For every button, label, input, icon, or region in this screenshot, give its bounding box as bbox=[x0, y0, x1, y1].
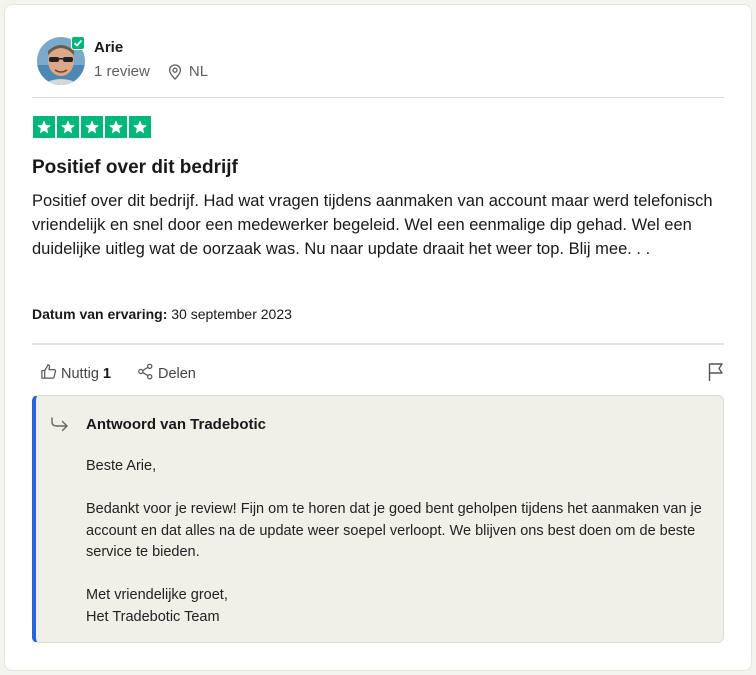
company-reply: Antwoord van Tradebotic Beste Arie, Beda… bbox=[32, 395, 724, 643]
reply-paragraph: Bedankt voor je review! Fijn om te horen… bbox=[86, 501, 702, 560]
thumbs-up-icon bbox=[40, 363, 57, 384]
review-actions: Nuttig 1 Delen bbox=[40, 363, 222, 384]
experience-date: Datum van ervaring: 30 september 2023 bbox=[32, 306, 292, 322]
date-value: 30 september 2023 bbox=[171, 306, 292, 322]
reply-signature: Het Tradebotic Team bbox=[86, 608, 220, 625]
location-pin-icon bbox=[168, 63, 182, 80]
star-icon bbox=[81, 116, 103, 138]
divider bbox=[32, 97, 724, 98]
share-button[interactable]: Delen bbox=[137, 363, 196, 384]
star-rating bbox=[33, 116, 151, 138]
share-icon bbox=[137, 363, 154, 384]
star-icon bbox=[57, 116, 79, 138]
reply-arrow-icon bbox=[50, 416, 70, 437]
star-icon bbox=[129, 116, 151, 138]
star-icon bbox=[33, 116, 55, 138]
reviewer-country: NL bbox=[188, 63, 209, 80]
share-label: Delen bbox=[157, 365, 196, 382]
reply-title: Antwoord van Tradebotic bbox=[86, 416, 267, 433]
reviewer-name[interactable]: Arie bbox=[94, 39, 123, 56]
reply-body: Beste Arie, Bedankt voor je review! Fijn… bbox=[86, 456, 706, 628]
useful-count: 1 bbox=[102, 365, 111, 382]
useful-label: Nuttig bbox=[61, 365, 99, 382]
date-label: Datum van ervaring: bbox=[32, 306, 168, 322]
star-icon bbox=[105, 116, 127, 138]
useful-button[interactable]: Nuttig 1 bbox=[40, 363, 111, 384]
review-title: Positief over dit bedrijf bbox=[32, 157, 238, 178]
reviewer-meta: 1 review NL bbox=[94, 63, 208, 80]
flag-icon[interactable] bbox=[707, 362, 725, 387]
review-count: 1 review bbox=[94, 63, 150, 80]
review-text: Positief over dit bedrijf. Had wat vrage… bbox=[32, 192, 713, 258]
reply-closing: Met vriendelijke groet, bbox=[86, 587, 228, 603]
divider bbox=[32, 343, 724, 345]
reply-greeting: Beste Arie, bbox=[86, 458, 157, 474]
verified-check-icon bbox=[71, 36, 85, 50]
